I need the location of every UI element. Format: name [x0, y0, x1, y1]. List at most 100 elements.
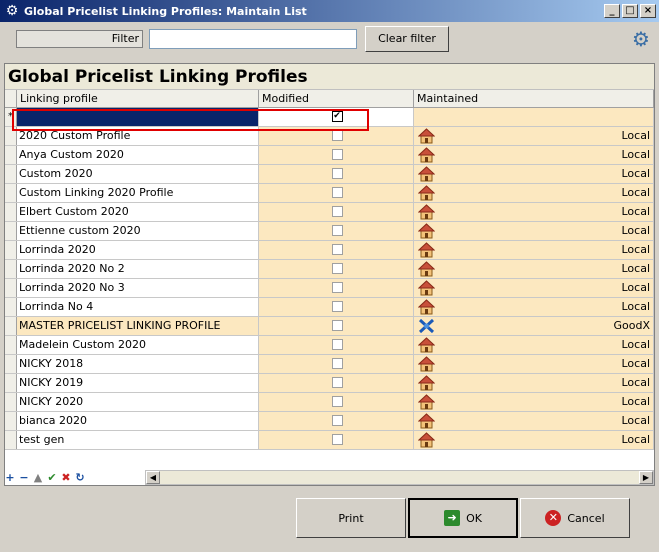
- modified-cell[interactable]: [259, 222, 414, 240]
- profile-name-cell[interactable]: NICKY 2018: [17, 355, 259, 373]
- modified-cell[interactable]: [259, 374, 414, 392]
- modified-checkbox[interactable]: [331, 282, 343, 293]
- modified-checkbox[interactable]: [331, 263, 343, 274]
- maintained-cell[interactable]: Local: [414, 146, 654, 164]
- modified-cell[interactable]: [259, 184, 414, 202]
- new-maintained-cell[interactable]: [414, 108, 654, 126]
- modified-cell[interactable]: [259, 355, 414, 373]
- cross-icon[interactable]: ✖: [60, 472, 72, 484]
- profile-name-cell[interactable]: Custom Linking 2020 Profile: [17, 184, 259, 202]
- modified-cell[interactable]: [259, 146, 414, 164]
- maximize-button[interactable]: □: [622, 4, 638, 18]
- modified-checkbox[interactable]: [331, 206, 343, 217]
- table-row[interactable]: Lorrinda 2020 No 2 Local: [5, 260, 654, 279]
- table-row[interactable]: NICKY 2018 Local: [5, 355, 654, 374]
- profile-name-cell[interactable]: Lorrinda No 4: [17, 298, 259, 316]
- table-row[interactable]: Custom Linking 2020 Profile Local: [5, 184, 654, 203]
- modified-checkbox[interactable]: [331, 396, 343, 407]
- scroll-left-icon[interactable]: ◀: [146, 471, 160, 484]
- modified-cell[interactable]: [259, 279, 414, 297]
- maintained-cell[interactable]: Local: [414, 412, 654, 430]
- maintained-cell[interactable]: Local: [414, 336, 654, 354]
- table-row[interactable]: Anya Custom 2020 Local: [5, 146, 654, 165]
- modified-checkbox[interactable]: [331, 149, 343, 160]
- profile-name-cell[interactable]: NICKY 2020: [17, 393, 259, 411]
- print-button[interactable]: Print: [296, 498, 406, 538]
- modified-checkbox[interactable]: [331, 358, 343, 369]
- profile-name-cell[interactable]: Anya Custom 2020: [17, 146, 259, 164]
- table-row[interactable]: Elbert Custom 2020 Local: [5, 203, 654, 222]
- column-header-linking-profile[interactable]: Linking profile: [17, 90, 259, 107]
- ok-button[interactable]: ➜ OK: [408, 498, 518, 538]
- close-button[interactable]: ×: [640, 4, 656, 18]
- maintained-cell[interactable]: Local: [414, 355, 654, 373]
- profile-name-cell[interactable]: Custom 2020: [17, 165, 259, 183]
- table-row[interactable]: test gen Local: [5, 431, 654, 450]
- modified-cell[interactable]: [259, 298, 414, 316]
- table-row[interactable]: NICKY 2020 Local: [5, 393, 654, 412]
- profile-name-cell[interactable]: bianca 2020: [17, 412, 259, 430]
- modified-cell[interactable]: [259, 165, 414, 183]
- modified-cell[interactable]: [259, 241, 414, 259]
- maintained-cell[interactable]: Local: [414, 374, 654, 392]
- modified-checkbox[interactable]: [331, 320, 343, 331]
- profile-name-cell[interactable]: test gen: [17, 431, 259, 449]
- modified-cell[interactable]: [259, 393, 414, 411]
- maintained-cell[interactable]: Local: [414, 298, 654, 316]
- table-row[interactable]: Ettienne custom 2020 Local: [5, 222, 654, 241]
- table-row[interactable]: NICKY 2019 Local: [5, 374, 654, 393]
- modified-checkbox[interactable]: [331, 301, 343, 312]
- table-row[interactable]: Madelein Custom 2020 Local: [5, 336, 654, 355]
- minus-icon[interactable]: −: [18, 472, 30, 484]
- horizontal-scrollbar[interactable]: ◀ ▶: [145, 470, 654, 485]
- table-row[interactable]: bianca 2020 Local: [5, 412, 654, 431]
- modified-checkbox[interactable]: [331, 168, 343, 179]
- modified-checkbox[interactable]: [331, 339, 343, 350]
- plus-icon[interactable]: +: [4, 472, 16, 484]
- profile-name-cell[interactable]: MASTER PRICELIST LINKING PROFILE: [17, 317, 259, 335]
- modified-checkbox[interactable]: [331, 225, 343, 236]
- maintained-cell[interactable]: Local: [414, 165, 654, 183]
- table-row[interactable]: MASTER PRICELIST LINKING PROFILE GoodX: [5, 317, 654, 336]
- profile-name-cell[interactable]: NICKY 2019: [17, 374, 259, 392]
- maintained-cell[interactable]: Local: [414, 279, 654, 297]
- maintained-cell[interactable]: Local: [414, 431, 654, 449]
- minimize-button[interactable]: _: [604, 4, 620, 18]
- maintained-cell[interactable]: Local: [414, 241, 654, 259]
- maintained-cell[interactable]: Local: [414, 393, 654, 411]
- profile-name-cell[interactable]: Ettienne custom 2020: [17, 222, 259, 240]
- modified-cell[interactable]: [259, 431, 414, 449]
- maintained-cell[interactable]: Local: [414, 222, 654, 240]
- maintained-cell[interactable]: Local: [414, 203, 654, 221]
- settings-gear-icon[interactable]: ⚙: [630, 28, 652, 50]
- column-header-maintained[interactable]: Maintained: [414, 90, 654, 107]
- table-row[interactable]: Lorrinda 2020 Local: [5, 241, 654, 260]
- modified-cell[interactable]: [259, 317, 414, 335]
- profile-name-cell[interactable]: Lorrinda 2020 No 3: [17, 279, 259, 297]
- modified-cell[interactable]: [259, 260, 414, 278]
- check-icon[interactable]: ✔: [46, 472, 58, 484]
- refresh-icon[interactable]: ↻: [74, 472, 86, 484]
- profile-name-cell[interactable]: Madelein Custom 2020: [17, 336, 259, 354]
- maintained-cell[interactable]: GoodX: [414, 317, 654, 335]
- profile-name-cell[interactable]: Lorrinda 2020 No 2: [17, 260, 259, 278]
- modified-cell[interactable]: [259, 203, 414, 221]
- up-icon[interactable]: ▲: [32, 472, 44, 484]
- profile-name-cell[interactable]: Lorrinda 2020: [17, 241, 259, 259]
- filter-input[interactable]: [149, 29, 357, 49]
- modified-checkbox[interactable]: [331, 377, 343, 388]
- table-row[interactable]: Custom 2020 Local: [5, 165, 654, 184]
- table-row[interactable]: Lorrinda 2020 No 3 Local: [5, 279, 654, 298]
- maintained-cell[interactable]: Local: [414, 260, 654, 278]
- scroll-right-icon[interactable]: ▶: [639, 471, 653, 484]
- modified-checkbox[interactable]: [331, 187, 343, 198]
- maintained-cell[interactable]: Local: [414, 184, 654, 202]
- modified-cell[interactable]: [259, 412, 414, 430]
- modified-cell[interactable]: [259, 336, 414, 354]
- modified-checkbox[interactable]: [331, 130, 343, 141]
- cancel-button[interactable]: ✕ Cancel: [520, 498, 630, 538]
- clear-filter-button[interactable]: Clear filter: [365, 26, 449, 52]
- column-header-modified[interactable]: Modified: [259, 90, 414, 107]
- maintained-cell[interactable]: Local: [414, 127, 654, 145]
- modified-checkbox[interactable]: [331, 415, 343, 426]
